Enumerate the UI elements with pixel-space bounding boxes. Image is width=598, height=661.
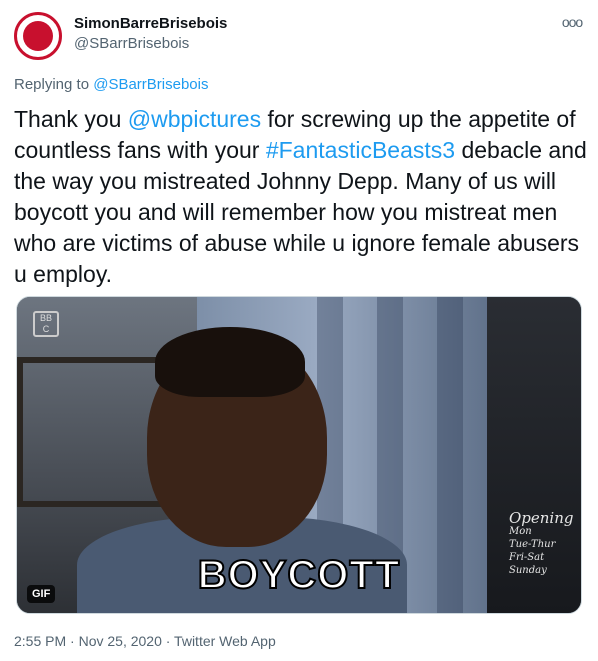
broadcaster-logo-icon: BB C — [33, 311, 59, 337]
display-name[interactable]: SimonBarreBrisebois — [74, 14, 227, 34]
gif-media[interactable]: BB C Opening Mon Tue-Thur Fri-Sat Sunday … — [16, 296, 582, 614]
tweet-header: SimonBarreBrisebois @SBarrBrisebois ooo — [14, 10, 584, 60]
replying-to-label: Replying to — [14, 76, 94, 93]
replying-to: Replying to @SBarrBrisebois — [14, 76, 208, 93]
person-hair — [155, 327, 305, 397]
gif-caption: BOYCOTT — [197, 552, 401, 598]
maple-leaf-logo-icon — [23, 21, 53, 51]
handle[interactable]: @SBarrBrisebois — [74, 34, 227, 54]
more-options-icon[interactable]: ooo — [560, 14, 584, 32]
tweet-text: Thank you @wbpictures for screwing up th… — [14, 104, 589, 290]
gif-badge: GIF — [27, 585, 56, 603]
author-names: SimonBarreBrisebois @SBarrBrisebois — [74, 14, 227, 54]
reply-target-link[interactable]: @SBarrBrisebois — [93, 76, 208, 93]
avatar[interactable] — [14, 12, 62, 60]
tweet: SimonBarreBrisebois @SBarrBrisebois ooo … — [0, 0, 598, 661]
hashtag-link[interactable]: #FantasticBeasts3 — [266, 137, 455, 163]
mention-link[interactable]: @wbpictures — [128, 106, 261, 132]
sign-line: Tue-Thur — [509, 539, 556, 550]
sign-line: Opening — [509, 509, 574, 527]
tweet-text-part: Thank you — [14, 106, 128, 132]
tweet-timestamp[interactable]: 2:55 PM · Nov 25, 2020 · Twitter Web App — [14, 633, 276, 649]
